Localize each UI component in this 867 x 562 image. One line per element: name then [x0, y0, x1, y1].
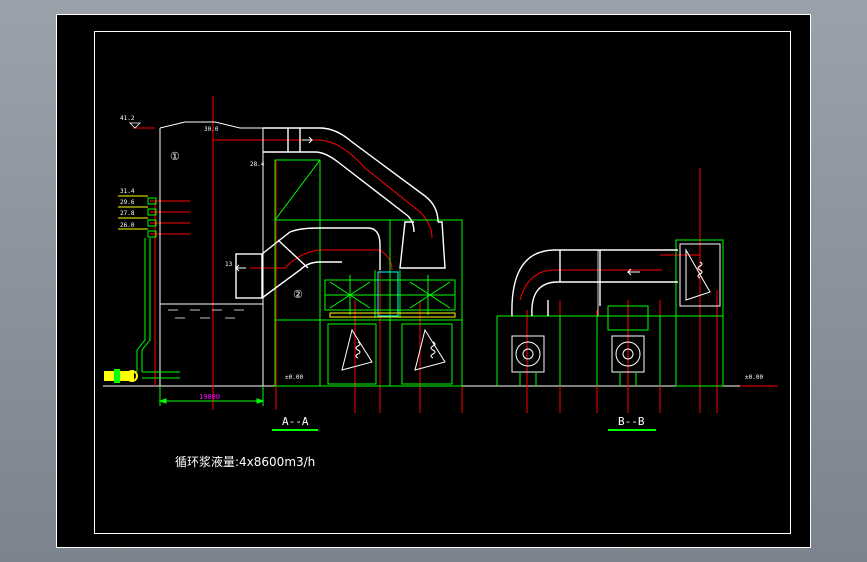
flow-arrow-inlet [234, 264, 246, 272]
elev-level-3: 27.8 [120, 210, 135, 217]
elev-ground-a: ±0.00 [285, 374, 303, 381]
structure-frame-b [496, 239, 724, 387]
elev-ground-b: ±0.00 [745, 374, 763, 381]
spray-levels: 31.4 29.6 27.8 26.0 [118, 188, 180, 379]
fan-damper-b [685, 248, 711, 301]
section-a-label: A--A [282, 415, 309, 428]
dimension-width: 19800 [199, 393, 220, 401]
circulation-note: 循环浆液量:4x8600m3/h [175, 454, 315, 469]
inlet-duct [235, 227, 381, 299]
outlet-duct [263, 127, 446, 269]
circulation-pump [104, 369, 138, 383]
structure-frame-a [274, 159, 463, 387]
elev-duct: 28.4 [250, 161, 265, 168]
elev-level-1: 31.4 [120, 188, 135, 195]
centerlines [133, 96, 778, 413]
flow-arrow-outlet [302, 136, 314, 144]
elev-outlet: 30.0 [204, 126, 219, 133]
tag-unit: ② [293, 288, 303, 301]
outer-frame [56, 14, 811, 548]
elev-level-4: 26.0 [120, 222, 135, 229]
elev-level-2: 29.6 [120, 199, 135, 206]
tag-tower: ① [170, 150, 180, 163]
booster-fans [511, 335, 645, 386]
elevation-marker [129, 122, 141, 129]
dampers [341, 328, 446, 371]
inlet-elev: 13 [225, 261, 233, 268]
cad-drawing: ① 41.2 30.0 28.4 31.4 29.6 27.8 26.0 198… [56, 14, 811, 548]
elev-top: 41.2 [120, 115, 135, 122]
section-b-label: B--B [618, 415, 645, 428]
